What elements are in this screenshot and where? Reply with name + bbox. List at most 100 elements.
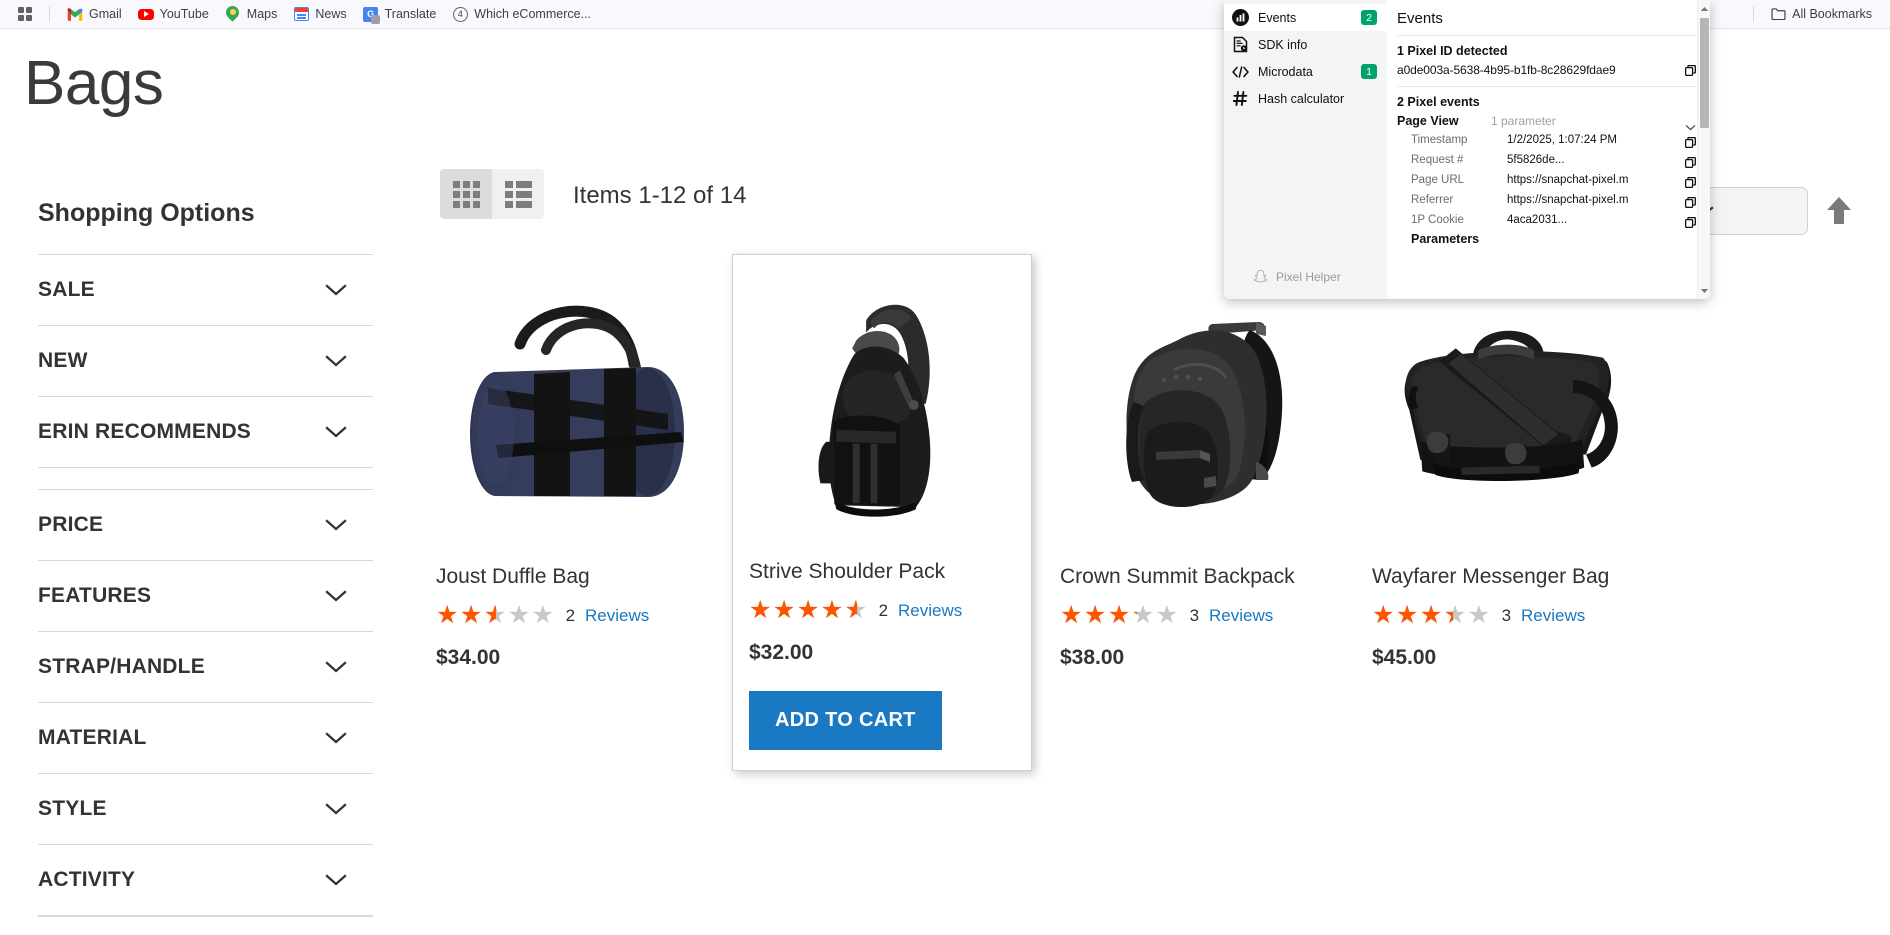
filter-label: FEATURES	[38, 584, 152, 607]
chevron-down-icon	[325, 661, 347, 673]
copy-icon[interactable]	[1684, 215, 1696, 228]
chevron-down-icon[interactable]	[1685, 118, 1696, 130]
pixel-id-row: a0de003a-5638-4b95-b1fb-8c28629fdae9	[1397, 63, 1696, 77]
filter-label: STRAP/HANDLE	[38, 655, 205, 678]
pixel-event-row-page-view[interactable]: Page View 1 parameter	[1397, 114, 1696, 130]
sidebar-filter-features[interactable]: FEATURES	[38, 560, 373, 631]
maps-pin-icon	[223, 3, 242, 22]
bookmark-label: Maps	[246, 7, 278, 21]
bookmarks-divider-right	[1753, 6, 1755, 22]
sidebar-filter-strap-handle[interactable]: STRAP/HANDLE	[38, 631, 373, 702]
pixel-helper-scrollbar[interactable]	[1697, 0, 1710, 299]
product-price: $32.00	[749, 641, 814, 665]
star-rating-icon: ★★★★★ ★★★★★	[436, 601, 556, 630]
pixel-detail-row: Referrer https://snapchat-pixel.m	[1397, 190, 1696, 210]
scrollbar-thumb[interactable]	[1700, 18, 1709, 128]
pixel-helper-nav-hash-calculator[interactable]: Hash calculator	[1224, 85, 1387, 112]
copy-icon[interactable]	[1684, 135, 1696, 148]
circle-4-icon: 4	[452, 6, 468, 22]
pixel-detail-row: Page URL https://snapchat-pixel.m	[1397, 170, 1696, 190]
chevron-down-icon	[325, 284, 347, 296]
product-price: $34.00	[436, 646, 501, 670]
bookmark-news[interactable]: News	[285, 3, 354, 25]
all-bookmarks-button[interactable]: All Bookmarks	[1763, 4, 1880, 24]
detail-value: 1/2/2025, 1:07:24 PM	[1507, 134, 1617, 146]
pixel-helper-sidebar: Events 2 SDK info Microdata 1 Hash calcu…	[1224, 0, 1387, 299]
detail-key: Referrer	[1411, 194, 1454, 206]
scroll-down-icon[interactable]	[1698, 284, 1710, 297]
bookmark-label: News	[315, 7, 347, 21]
reviews-link[interactable]: Reviews	[1521, 606, 1585, 626]
sidebar-filter-sale[interactable]: SALE	[38, 254, 373, 325]
chevron-down-icon	[325, 426, 347, 438]
detail-key: Request #	[1411, 154, 1464, 166]
copy-icon[interactable]	[1684, 155, 1696, 168]
apps-grid-icon[interactable]	[10, 3, 40, 25]
product-card[interactable]: Wayfarer Messenger Bag ★★★★★ ★★★★★ 3 Rev…	[1356, 254, 1656, 771]
copy-icon[interactable]	[1684, 175, 1696, 188]
reviews-count: 3	[1501, 605, 1512, 625]
pixel-id-value: a0de003a-5638-4b95-b1fb-8c28629fdae9	[1397, 63, 1616, 77]
arrow-up-icon[interactable]	[1822, 193, 1856, 227]
bookmark-maps[interactable]: Maps	[217, 3, 286, 25]
bookmark-which-ecommerce[interactable]: 4 Which eCommerce...	[444, 3, 599, 25]
reviews-link[interactable]: Reviews	[585, 606, 649, 626]
divider	[1397, 86, 1696, 87]
star-rating-fill: ★★★★★	[1372, 603, 1453, 629]
product-image-navy-duffle-bag[interactable]	[436, 268, 704, 546]
sidebar-filter-style[interactable]: STYLE	[38, 773, 373, 844]
product-image-black-backpack[interactable]	[1060, 268, 1328, 546]
bookmark-gmail[interactable]: Gmail	[59, 3, 130, 25]
product-name[interactable]: Joust Duffle Bag	[436, 564, 704, 590]
copy-icon[interactable]	[1684, 64, 1696, 76]
chevron-down-icon	[325, 803, 347, 815]
pixel-helper-nav-microdata[interactable]: Microdata 1	[1224, 58, 1387, 85]
sidebar-filter-price[interactable]: PRICE	[38, 489, 373, 560]
filter-label: STYLE	[38, 797, 107, 820]
product-card[interactable]: Joust Duffle Bag ★★★★★ ★★★★★ 2 Reviews $…	[420, 254, 720, 771]
pixel-helper-brand: Pixel Helper	[1224, 268, 1387, 285]
chevron-down-icon	[325, 732, 347, 744]
pixel-event-name: Page View	[1397, 114, 1459, 128]
sidebar-filter-material[interactable]: MATERIAL	[38, 702, 373, 773]
pixel-detail-row: Timestamp 1/2/2025, 1:07:24 PM	[1397, 130, 1696, 150]
product-image-black-sling-pack[interactable]	[749, 263, 1015, 541]
bookmark-youtube[interactable]: YouTube	[130, 3, 217, 25]
sidebar-filter-new[interactable]: NEW	[38, 325, 373, 396]
items-count: Items 1-12 of 14	[573, 182, 747, 209]
bookmark-label: Gmail	[89, 7, 122, 21]
product-rating: ★★★★★ ★★★★★ 3 Reviews	[1372, 603, 1640, 628]
product-card[interactable]: Crown Summit Backpack ★★★★★ ★★★★★ 3 Revi…	[1044, 254, 1344, 771]
bookmark-translate[interactable]: G Translate	[355, 3, 445, 25]
sidebar-filter-erin-recommends[interactable]: ERIN RECOMMENDS	[38, 396, 373, 467]
detail-key: Timestamp	[1411, 134, 1468, 146]
reviews-link[interactable]: Reviews	[1209, 606, 1273, 626]
chevron-down-icon	[325, 519, 347, 531]
sidebar-filter-activity[interactable]: ACTIVITY	[38, 844, 373, 915]
filter-spacer	[38, 467, 373, 489]
pixel-helper-nav-events[interactable]: Events 2	[1224, 4, 1387, 31]
pixel-helper-nav-label: Microdata	[1258, 64, 1313, 79]
detail-key: 1P Cookie	[1411, 214, 1464, 226]
filter-label: MATERIAL	[38, 726, 147, 749]
list-view-icon[interactable]	[492, 169, 544, 219]
product-name[interactable]: Crown Summit Backpack	[1060, 564, 1328, 590]
pixel-helper-nav-sdk-info[interactable]: SDK info	[1224, 31, 1387, 58]
add-to-cart-button[interactable]: ADD TO CART	[749, 691, 942, 751]
star-rating-icon: ★★★★★ ★★★★★	[1060, 601, 1180, 630]
grid-view-icon[interactable]	[440, 169, 492, 219]
scroll-up-icon[interactable]	[1698, 2, 1710, 15]
product-name[interactable]: Wayfarer Messenger Bag	[1372, 564, 1640, 590]
reviews-link[interactable]: Reviews	[898, 601, 962, 621]
detail-value: 4aca2031...	[1507, 214, 1568, 226]
product-image-black-messenger-bag[interactable]	[1372, 268, 1640, 546]
product-card[interactable]: Strive Shoulder Pack ★★★★★ ★★★★★ 2 Revie…	[732, 254, 1032, 772]
status-badge: 1	[1361, 64, 1377, 79]
product-name[interactable]: Strive Shoulder Pack	[749, 559, 1015, 585]
filter-label: SALE	[38, 278, 95, 301]
pixel-helper-popup: Events 2 SDK info Microdata 1 Hash calcu…	[1224, 0, 1710, 299]
detail-value: https://snapchat-pixel.m	[1507, 194, 1629, 206]
bar-chart-icon	[1232, 9, 1249, 26]
page-title: Bags	[24, 49, 164, 118]
copy-icon[interactable]	[1684, 195, 1696, 208]
